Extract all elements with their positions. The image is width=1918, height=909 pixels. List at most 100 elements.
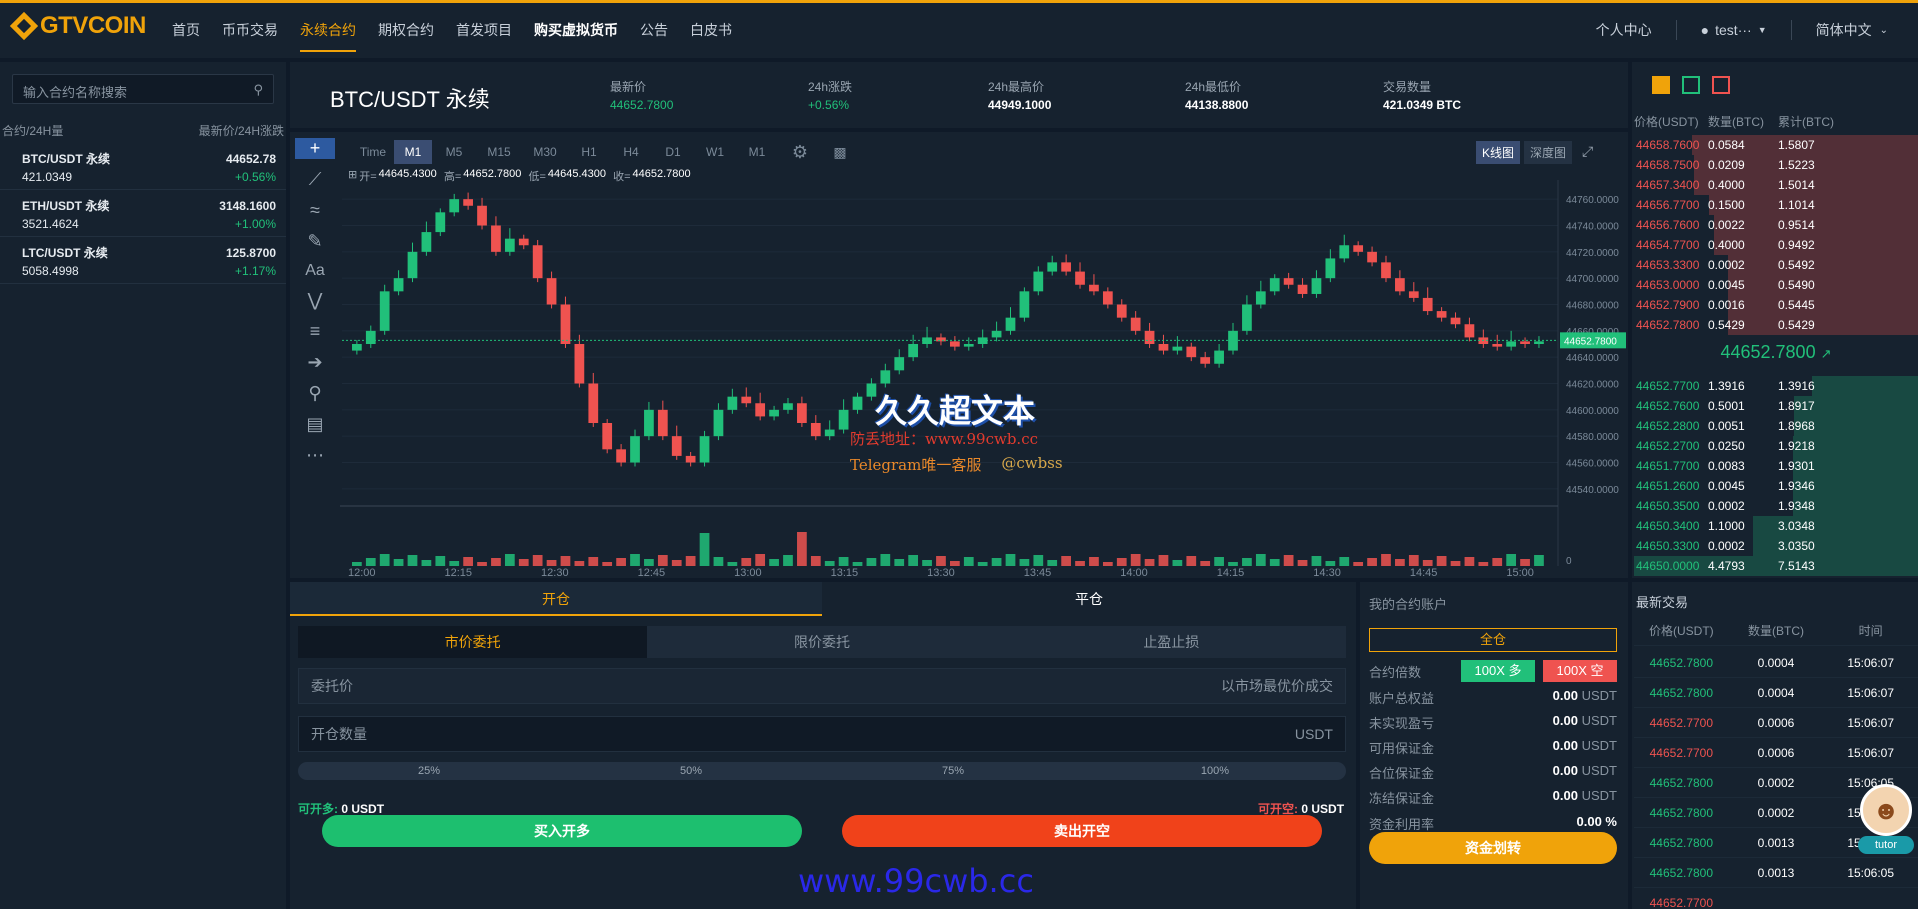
user-menu[interactable]: ● test··· ▼ xyxy=(1701,22,1767,38)
candlestick-chart[interactable]: 44760.0000 44740.0000 44720.0000 44700.0000… xyxy=(340,180,1628,578)
ob-price: 44650.0000 xyxy=(1636,559,1700,573)
margin-mode-button[interactable]: 全仓 xyxy=(1369,628,1617,652)
interval-item[interactable]: M15 xyxy=(476,140,522,164)
order-type-tpsl[interactable]: 止盈止损 xyxy=(997,626,1346,658)
brush-icon[interactable]: ✎ xyxy=(307,231,322,252)
interval-item-active[interactable]: M1 xyxy=(394,140,432,164)
kline-tab[interactable]: K线图 xyxy=(1476,141,1521,164)
percent-slider[interactable]: 25% 50% 75% 100% xyxy=(298,762,1346,780)
bid-row[interactable]: 44652.7700 1.3916 1.3916 xyxy=(1634,376,1918,396)
bid-row[interactable]: 44650.3400 1.1000 3.0348 xyxy=(1634,516,1918,536)
bid-row[interactable]: 44652.2700 0.0250 1.9218 xyxy=(1634,436,1918,456)
sell-short-button[interactable]: 卖出开空 xyxy=(842,815,1322,847)
pct-50[interactable]: 50% xyxy=(560,762,822,780)
ob-price: 44652.7800 xyxy=(1636,318,1700,332)
bid-row[interactable]: 44651.7700 0.0083 1.9301 xyxy=(1634,456,1918,476)
interval-item[interactable]: H1 xyxy=(568,140,610,164)
language-select[interactable]: 简体中文 ⌄ xyxy=(1816,20,1888,40)
zoom-in-icon[interactable]: ⚲ xyxy=(308,383,321,404)
settings-gear-icon[interactable]: ⚙ xyxy=(778,140,822,164)
volume-bar xyxy=(1005,554,1016,566)
logo[interactable]: GTVCOIN xyxy=(9,11,146,41)
nav-whitepaper[interactable]: 白皮书 xyxy=(690,20,732,52)
ask-row[interactable]: 44652.7800 0.5429 0.5429 xyxy=(1634,315,1918,335)
interval-item[interactable]: D1 xyxy=(652,140,694,164)
market-row-ltc[interactable]: LTC/USDT 永续 125.8700 5058.4998 +1.17% xyxy=(0,238,286,284)
interval-item[interactable]: Time xyxy=(352,140,394,164)
leverage-long-button[interactable]: 100X 多 xyxy=(1461,660,1535,682)
more-icon[interactable]: ⋯ xyxy=(306,445,324,466)
ask-row[interactable]: 44658.7500 0.0209 1.5223 xyxy=(1634,155,1918,175)
order-type-tabs: 市价委托 限价委托 止盈止损 xyxy=(298,626,1346,658)
interval-item[interactable]: M1 xyxy=(736,140,778,164)
market-row-btc[interactable]: BTC/USDT 永续 44652.78 421.0349 +0.56% xyxy=(0,144,286,190)
order-type-limit[interactable]: 限价委托 xyxy=(647,626,996,658)
measure-icon[interactable]: ≡ xyxy=(310,321,321,342)
ask-row[interactable]: 44652.7900 0.0016 0.5445 xyxy=(1634,295,1918,315)
nav-options[interactable]: 期权合约 xyxy=(378,20,434,52)
book-bids-icon[interactable] xyxy=(1682,76,1700,94)
multi-line-icon[interactable]: ≈ xyxy=(310,200,320,221)
nav-perpetual[interactable]: 永续合约 xyxy=(300,20,356,52)
volume-bar xyxy=(518,559,529,566)
bid-row[interactable]: 44652.2800 0.0051 1.8968 xyxy=(1634,416,1918,436)
tutor-label[interactable]: tutor xyxy=(1858,836,1914,854)
candle-body xyxy=(1019,291,1030,318)
nav-launch[interactable]: 首发项目 xyxy=(456,20,512,52)
bid-row[interactable]: 44650.0000 4.4793 7.5143 xyxy=(1634,556,1918,576)
tutor-avatar[interactable]: ☻ xyxy=(1860,784,1912,836)
leverage-short-button[interactable]: 100X 空 xyxy=(1543,660,1617,682)
candle-body xyxy=(894,357,905,371)
nav-announce[interactable]: 公告 xyxy=(640,20,668,52)
fullscreen-icon[interactable]: ⤢ xyxy=(1576,141,1599,164)
market-search-input[interactable]: 输入合约名称搜索 ⚲ xyxy=(12,74,274,104)
ask-row[interactable]: 44653.3300 0.0002 0.5492 xyxy=(1634,255,1918,275)
ob-qty: 4.4793 xyxy=(1708,559,1745,573)
candle-body xyxy=(671,436,682,456)
order-type-market[interactable]: 市价委托 xyxy=(298,626,648,658)
interval-item[interactable]: W1 xyxy=(694,140,736,164)
pattern-icon[interactable]: ⋁ xyxy=(308,290,323,311)
ask-row[interactable]: 44656.7600 0.0022 0.9514 xyxy=(1634,215,1918,235)
ask-row[interactable]: 44658.7600 0.0584 1.5807 xyxy=(1634,135,1918,155)
back-arrow-icon[interactable]: ➔ xyxy=(307,352,322,373)
tab-close[interactable]: 平仓 xyxy=(822,582,1356,616)
quantity-input[interactable]: 开仓数量 USDT xyxy=(298,716,1346,752)
nav-home[interactable]: 首页 xyxy=(172,20,200,52)
ask-row[interactable]: 44653.0000 0.0045 0.5490 xyxy=(1634,275,1918,295)
nav-spot[interactable]: 币币交易 xyxy=(222,20,278,52)
book-both-icon[interactable] xyxy=(1652,76,1670,94)
pct-25[interactable]: 25% xyxy=(298,762,560,780)
interval-item[interactable]: M30 xyxy=(522,140,568,164)
bid-row[interactable]: 44650.3500 0.0002 1.9348 xyxy=(1634,496,1918,516)
volume-bar xyxy=(463,557,473,566)
bid-row[interactable]: 44652.7600 0.5001 1.8917 xyxy=(1634,396,1918,416)
user-center-link[interactable]: 个人中心 xyxy=(1596,20,1652,40)
ruler-icon[interactable]: ▤ xyxy=(306,414,323,435)
trend-up-icon: ↗ xyxy=(1820,346,1832,361)
book-asks-icon[interactable] xyxy=(1712,76,1730,94)
buy-long-button[interactable]: 买入开多 xyxy=(322,815,802,847)
bid-row[interactable]: 44650.3300 0.0002 3.0350 xyxy=(1634,536,1918,556)
text-tool-icon[interactable]: Aa xyxy=(305,262,325,280)
crosshair-icon[interactable]: + xyxy=(295,138,335,159)
transfer-button[interactable]: 资金划转 xyxy=(1369,832,1617,864)
pct-100[interactable]: 100% xyxy=(1084,762,1346,780)
trade-qty: 0.0004 xyxy=(1757,685,1795,700)
interval-item[interactable]: H4 xyxy=(610,140,652,164)
price-input[interactable]: 委托价 以市场最优价成交 xyxy=(298,668,1346,704)
candle-body xyxy=(1061,262,1071,272)
indicator-icon[interactable]: ▩ xyxy=(822,140,858,164)
market-row-eth[interactable]: ETH/USDT 永续 3148.1600 3521.4624 +1.00% xyxy=(0,191,286,237)
tab-open[interactable]: 开仓 xyxy=(290,582,822,616)
bid-row[interactable]: 44651.2600 0.0045 1.9346 xyxy=(1634,476,1918,496)
pct-75[interactable]: 75% xyxy=(822,762,1084,780)
line-tool-icon[interactable]: ⟋ xyxy=(309,169,322,190)
ask-row[interactable]: 44657.3400 0.4000 1.5014 xyxy=(1634,175,1918,195)
interval-item[interactable]: M5 xyxy=(432,140,476,164)
user-icon: ● xyxy=(1700,22,1710,38)
depth-tab[interactable]: 深度图 xyxy=(1524,141,1573,164)
nav-buy-crypto[interactable]: 购买虚拟货币 xyxy=(534,20,618,52)
ask-row[interactable]: 44654.7700 0.4000 0.9492 xyxy=(1634,235,1918,255)
ask-row[interactable]: 44656.7700 0.1500 1.1014 xyxy=(1634,195,1918,215)
